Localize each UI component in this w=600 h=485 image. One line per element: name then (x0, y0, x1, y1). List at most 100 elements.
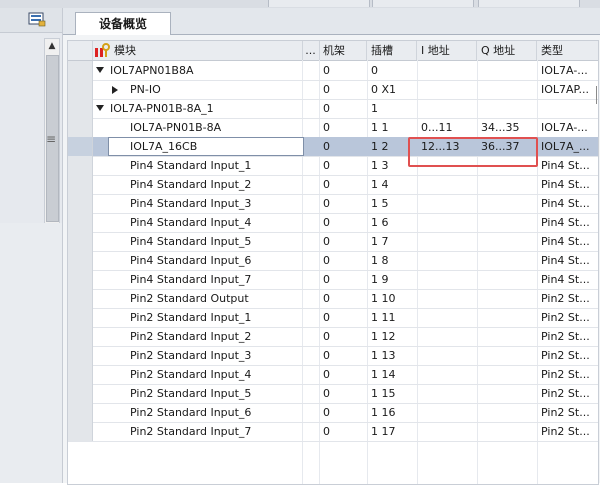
cell-module[interactable]: Pin2 Standard Input_4 (130, 365, 310, 384)
scroll-up-icon[interactable]: ▲ (45, 39, 59, 53)
table-row[interactable]: Pin2 Standard Input_6 0 1 16 Pin2 St... (68, 403, 598, 423)
expand-down-icon[interactable] (96, 67, 104, 73)
row-header[interactable] (68, 270, 93, 289)
cell-module[interactable]: Pin4 Standard Input_2 (130, 175, 310, 194)
row-header[interactable] (68, 80, 93, 99)
table-row[interactable]: PN-IO 0 0 X1 IOL7AP... (68, 80, 598, 100)
expand-down-icon[interactable] (96, 105, 104, 111)
cell-module[interactable]: Pin4 Standard Input_3 (130, 194, 310, 213)
header-q-address[interactable]: Q 地址 (477, 41, 537, 60)
expand-right-icon[interactable] (112, 86, 118, 94)
cell-module[interactable]: Pin2 Standard Output (130, 289, 310, 308)
table-row[interactable]: Pin2 Standard Input_3 0 1 13 Pin2 St... (68, 346, 598, 366)
tab-bar: 设备概览 (63, 8, 600, 35)
cell-module[interactable]: Pin4 Standard Input_7 (130, 270, 310, 289)
table-row[interactable]: Pin2 Standard Input_1 0 1 11 Pin2 St... (68, 308, 598, 328)
header-type[interactable]: 类型 (537, 41, 598, 60)
table-row[interactable]: Pin2 Standard Output 0 1 10 Pin2 St... (68, 289, 598, 309)
row-header[interactable] (68, 156, 93, 175)
cell-module[interactable]: IOL7A_16CB (130, 137, 310, 156)
device-overview-icon[interactable] (28, 12, 46, 27)
row-header[interactable] (68, 118, 93, 137)
header-rack[interactable]: 机架 (319, 41, 367, 60)
row-header[interactable] (68, 346, 93, 365)
table-row[interactable]: Pin4 Standard Input_5 0 1 7 Pin4 St... (68, 232, 598, 252)
header-module[interactable]: 模块 (92, 41, 303, 60)
row-header[interactable] (68, 365, 93, 384)
cell-slot: 1 7 (371, 235, 389, 248)
cell-type: IOL7A-... (541, 64, 588, 77)
row-header[interactable] (68, 232, 93, 251)
cell-q-address (481, 270, 535, 289)
cell-q-address (481, 99, 535, 118)
cell-type: Pin2 St... (541, 311, 590, 324)
cell-module[interactable]: Pin4 Standard Input_4 (130, 213, 310, 232)
cell-module[interactable]: IOL7A-PN01B-8A_1 (110, 99, 290, 118)
row-header[interactable] (68, 175, 93, 194)
table-row[interactable]: Pin4 Standard Input_3 0 1 5 Pin4 St... (68, 194, 598, 214)
cell-i-address (421, 61, 475, 80)
cell-i-address (421, 251, 475, 270)
row-header[interactable] (68, 327, 93, 346)
table-row[interactable]: Pin2 Standard Input_7 0 1 17 Pin2 St... (68, 422, 598, 442)
row-header[interactable] (68, 137, 93, 156)
cell-rack: 0 (323, 254, 330, 267)
row-header[interactable] (68, 384, 93, 403)
cell-rack: 0 (323, 273, 330, 286)
table-row[interactable]: Pin4 Standard Input_7 0 1 9 Pin4 St... (68, 270, 598, 290)
header-slot[interactable]: 插槽 (367, 41, 417, 60)
cell-module[interactable]: Pin4 Standard Input_5 (130, 232, 310, 251)
cell-slot: 1 1 (371, 121, 389, 134)
table-row[interactable]: Pin4 Standard Input_2 0 1 4 Pin4 St... (68, 175, 598, 195)
top-tab-partial-1[interactable] (268, 0, 370, 7)
header-i-address[interactable]: I 地址 (417, 41, 477, 60)
cell-type: Pin4 St... (541, 197, 590, 210)
cell-module[interactable]: IOL7A-PN01B-8A (130, 118, 310, 137)
table-row[interactable]: Pin4 Standard Input_4 0 1 6 Pin4 St... (68, 213, 598, 233)
splitter-grip-icon[interactable]: ≡ (46, 132, 56, 146)
row-header[interactable] (68, 422, 93, 441)
row-header[interactable] (68, 213, 93, 232)
row-header[interactable] (68, 251, 93, 270)
cell-module[interactable]: Pin2 Standard Input_2 (130, 327, 310, 346)
cell-module[interactable]: Pin2 Standard Input_5 (130, 384, 310, 403)
header-dots[interactable]: ... (302, 41, 320, 60)
cell-q-address (481, 403, 535, 422)
cell-module[interactable]: IOL7APN01B8A (110, 61, 290, 80)
table-row[interactable]: Pin4 Standard Input_6 0 1 8 Pin4 St... (68, 251, 598, 271)
cell-slot: 1 12 (371, 330, 396, 343)
table-row[interactable]: Pin2 Standard Input_2 0 1 12 Pin2 St... (68, 327, 598, 347)
top-tab-partial-2[interactable] (372, 0, 474, 7)
row-header[interactable] (68, 289, 93, 308)
row-header[interactable] (68, 403, 93, 422)
table-row[interactable]: IOL7A-PN01B-8A_1 0 1 (68, 99, 598, 119)
cell-q-address (481, 384, 535, 403)
cell-q-address (481, 346, 535, 365)
cell-module[interactable]: Pin4 Standard Input_6 (130, 251, 310, 270)
cell-type: IOL7A-... (541, 121, 588, 134)
cell-module[interactable]: Pin2 Standard Input_1 (130, 308, 310, 327)
row-header[interactable] (68, 99, 93, 118)
cell-q-address (481, 175, 535, 194)
cell-q-address (481, 194, 535, 213)
cell-module[interactable]: PN-IO (130, 80, 310, 99)
table-row[interactable]: IOL7A-PN01B-8A 0 1 1 0...11 34...35 IOL7A-... (68, 118, 598, 138)
device-overview-pane: 设备概览 模块 ... 机架 插槽 I 地址 Q 地址 类型 IOL7APN01… (62, 8, 600, 485)
cell-module[interactable]: Pin4 Standard Input_1 (130, 156, 310, 175)
cell-module[interactable]: Pin2 Standard Input_3 (130, 346, 310, 365)
row-header[interactable] (68, 308, 93, 327)
cell-slot: 1 15 (371, 387, 396, 400)
cell-module[interactable]: Pin2 Standard Input_7 (130, 422, 310, 441)
cell-rack: 0 (323, 216, 330, 229)
cell-type: Pin4 St... (541, 216, 590, 229)
row-header[interactable] (68, 194, 93, 213)
table-row[interactable]: Pin2 Standard Input_4 0 1 14 Pin2 St... (68, 365, 598, 385)
tab-device-overview[interactable]: 设备概览 (75, 12, 171, 35)
cell-i-address (421, 213, 475, 232)
row-header[interactable] (68, 61, 93, 80)
top-tab-partial-3[interactable] (478, 0, 580, 7)
cell-module[interactable]: Pin2 Standard Input_6 (130, 403, 310, 422)
cell-type: Pin2 St... (541, 406, 590, 419)
table-row[interactable]: IOL7APN01B8A 0 0 IOL7A-... (68, 61, 598, 81)
table-row[interactable]: Pin2 Standard Input_5 0 1 15 Pin2 St... (68, 384, 598, 404)
